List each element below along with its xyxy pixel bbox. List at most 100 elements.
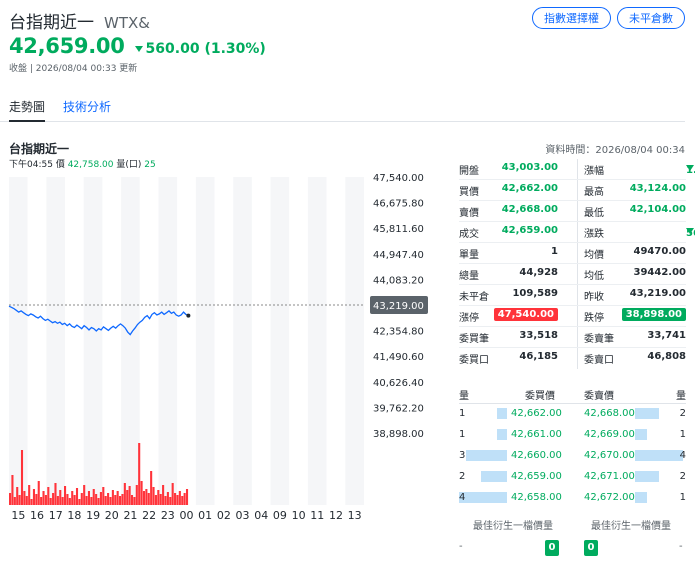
quote-label: 買價 xyxy=(459,187,479,198)
quote-value: 1 xyxy=(551,246,558,257)
quote-label: 最低 xyxy=(584,208,604,219)
volume-bar xyxy=(111,490,114,505)
volume-bar xyxy=(54,483,57,505)
volume-bar xyxy=(185,489,189,505)
chart-column-band xyxy=(251,177,271,505)
bid-depth-bar xyxy=(466,450,507,461)
quote-label: 昨收 xyxy=(584,292,604,303)
quote-label: 未平倉 xyxy=(459,292,489,303)
volume-bar xyxy=(150,471,153,505)
quote-value: 42,662.00 xyxy=(501,183,558,194)
volume-bar xyxy=(140,481,143,505)
quote-label: 成交 xyxy=(459,229,479,240)
current-price: 42,659.00 xyxy=(9,34,125,58)
volume-bar xyxy=(30,499,33,505)
down-triangle-icon xyxy=(134,46,143,52)
volume-bar xyxy=(18,495,21,505)
ask-price[interactable]: 42,668.00 xyxy=(584,408,635,419)
x-tick-label: 16 xyxy=(30,509,44,522)
bid-qty: 1 xyxy=(459,429,466,440)
x-tick-label: 17 xyxy=(49,509,63,522)
y-tick-label: 44,083.20 xyxy=(373,275,424,286)
tab-trend[interactable]: 走勢圖 xyxy=(9,98,46,122)
bid-price[interactable]: 42,661.00 xyxy=(511,429,562,440)
bid-qty: 1 xyxy=(459,408,466,419)
volume-bar xyxy=(126,490,129,505)
x-tick-label: 00 xyxy=(180,509,194,522)
bid-price[interactable]: 42,662.00 xyxy=(511,408,562,419)
quote-label: 委買筆 xyxy=(459,334,489,345)
x-tick-label: 12 xyxy=(329,509,343,522)
ask-price[interactable]: 42,671.00 xyxy=(584,471,635,482)
bid-qty-header: 量 xyxy=(459,391,469,402)
quote-value: 109,589 xyxy=(512,288,558,299)
volume-bar xyxy=(176,495,179,505)
best-derived-left: 最佳衍生一檔價量 xyxy=(473,521,553,532)
volume-bar xyxy=(178,491,181,505)
volume-bar xyxy=(32,489,36,505)
chart-title: 台指期近一 xyxy=(9,142,70,156)
volume-bar xyxy=(183,493,186,505)
chart-column-band xyxy=(9,177,28,505)
bid-price[interactable]: 42,660.00 xyxy=(511,450,562,461)
tab-technical[interactable]: 技術分析 xyxy=(63,98,111,115)
volume-bar xyxy=(159,494,162,505)
volume-bar xyxy=(95,494,98,505)
ask-depth-bar xyxy=(635,471,659,482)
ask-depth-bar xyxy=(635,450,683,461)
volume-bar xyxy=(40,497,43,505)
chart-column-band xyxy=(121,177,140,505)
intraday-chart[interactable]: 15 16 17 18 19 20 21 22 23 00 01 02 03 04 09 10 11 12 13 47… xyxy=(0,168,440,528)
x-tick-label: 09 xyxy=(273,509,287,522)
ask-price[interactable]: 42,670.00 xyxy=(584,450,635,461)
bid-price[interactable]: 42,658.00 xyxy=(511,492,562,503)
ask-qty: 1 xyxy=(679,429,686,440)
volume-bar xyxy=(49,498,52,505)
chart-column-band xyxy=(345,177,364,505)
chart-column-band xyxy=(27,177,47,505)
bid-depth-bar xyxy=(497,408,507,419)
quote-value: 42,104.00 xyxy=(629,204,686,215)
y-tick-label: 46,675.80 xyxy=(373,199,424,210)
order-book: 量 委買價 委賣價 量 1 42,662.00 42,668.00 2 1 42,661.… xyxy=(459,384,686,509)
ask-price[interactable]: 42,669.00 xyxy=(584,429,635,440)
best-right-dash: - xyxy=(679,541,683,552)
ask-depth-bar xyxy=(635,429,647,440)
quote-label: 漲跌 xyxy=(584,229,604,240)
ask-qty: 2 xyxy=(679,471,686,482)
price-change-value: 560.00 (1.30%) xyxy=(145,41,266,57)
x-tick-label: 21 xyxy=(123,509,137,522)
bid-qty: 2 xyxy=(459,471,466,482)
ask-price[interactable]: 42,672.00 xyxy=(584,492,635,503)
volume-bar xyxy=(154,495,157,505)
y-tick-label: 44,947.40 xyxy=(373,250,424,261)
volume-bar xyxy=(157,490,160,505)
quote-row: 未平倉 109,589 昨收 43,219.00 xyxy=(459,285,686,306)
volume-bar xyxy=(42,491,45,505)
volume-bar xyxy=(61,497,64,505)
quote-row: 賣價 42,668.00 最低 42,104.00 xyxy=(459,201,686,222)
ask-depth-bar xyxy=(635,492,647,503)
volume-bar xyxy=(66,494,69,505)
chart-column-band xyxy=(326,177,346,505)
volume-bar xyxy=(133,497,136,505)
volume-bar xyxy=(114,495,117,505)
price-row: 42,659.00 560.00 (1.30%) xyxy=(9,34,266,58)
order-book-row: 2 42,659.00 42,671.00 2 xyxy=(459,467,686,488)
quote-row: 委買口 46,185 委賣口 46,808 xyxy=(459,348,686,369)
x-tick-label: 01 xyxy=(198,509,212,522)
reference-label: 43,219.00 xyxy=(373,301,424,312)
x-tick-label: 23 xyxy=(161,509,175,522)
x-tick-label: 20 xyxy=(105,509,119,522)
chart-column-band xyxy=(233,177,252,505)
volume-bar xyxy=(166,492,169,505)
order-book-row: 1 42,661.00 42,669.00 1 xyxy=(459,425,686,446)
quote-label: 均低 xyxy=(584,271,604,282)
index-options-button[interactable]: 指數選擇權 xyxy=(532,7,611,29)
bid-price[interactable]: 42,659.00 xyxy=(511,471,562,482)
quote-row: 單量 1 均價 49470.00 xyxy=(459,243,686,264)
x-tick-label: 04 xyxy=(254,509,268,522)
quote-row: 開盤 43,003.00 漲幅 1.30% xyxy=(459,159,695,180)
bid-qty: 4 xyxy=(459,492,466,503)
open-interest-button[interactable]: 未平倉數 xyxy=(617,7,685,29)
